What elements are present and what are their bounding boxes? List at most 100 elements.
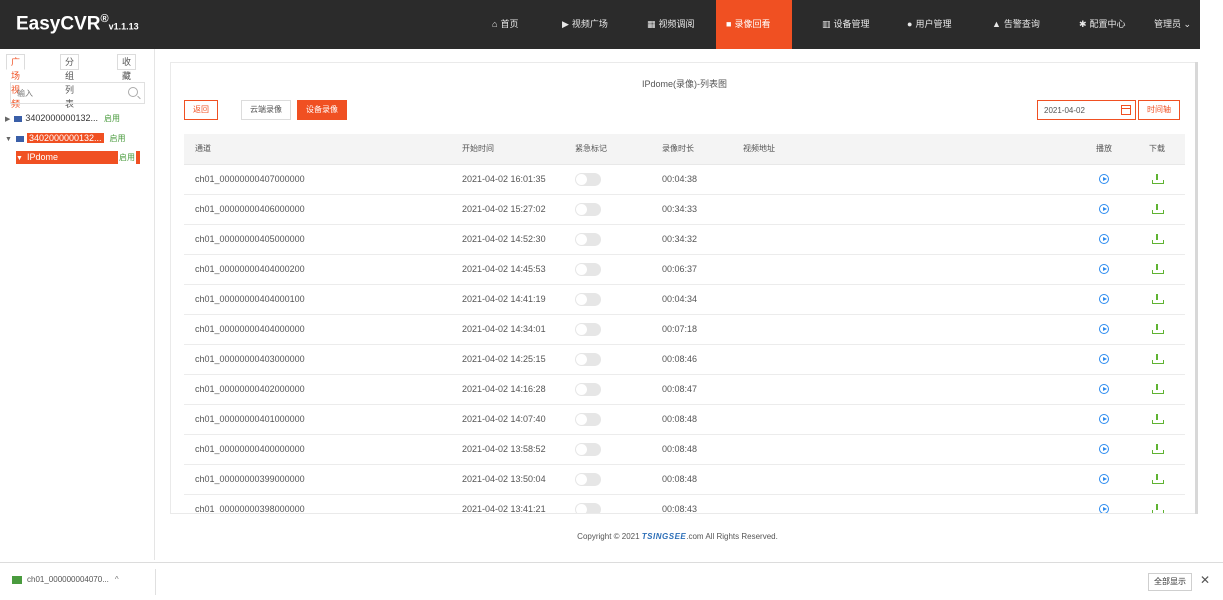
play-icon[interactable]	[1099, 324, 1109, 335]
page-title: IPdome(录像)-列表图	[641, 79, 727, 89]
tree-node-device-1[interactable]: ▶ 3402000000132... 启用	[5, 112, 120, 125]
app-logo[interactable]: EasyCVR®v1.1.13	[16, 13, 139, 35]
calendar-icon[interactable]	[1121, 105, 1131, 115]
device-folder-icon	[15, 135, 24, 142]
urgent-toggle[interactable]	[575, 322, 601, 336]
nav-playback[interactable]: ■ 录像回看	[716, 0, 792, 49]
chevron-up-icon[interactable]: ^	[115, 575, 119, 584]
expand-arrow-icon[interactable]: ▶	[5, 116, 10, 123]
date-picker[interactable]	[1037, 100, 1136, 120]
download-icon[interactable]	[1152, 414, 1164, 425]
back-button[interactable]: 返回	[184, 100, 218, 120]
show-all-button[interactable]: 全部显示	[1148, 573, 1192, 591]
alarm-icon: ▲	[992, 19, 1001, 29]
cell-duration: 00:08:48	[662, 404, 743, 435]
nav-device-management[interactable]: ▥ 设备管理	[812, 0, 880, 49]
download-icon[interactable]	[1152, 264, 1164, 275]
table-row: ch01_00000000404000000 2021-04-02 14:34:…	[184, 314, 1185, 345]
download-icon[interactable]	[1152, 324, 1164, 335]
column-header-duration: 录像时长	[662, 134, 743, 165]
cell-start-time: 2021-04-02 13:50:04	[462, 464, 575, 495]
page-scrollbar[interactable]	[1195, 62, 1198, 514]
download-icon[interactable]	[1152, 504, 1164, 513]
cell-duration: 00:04:34	[662, 284, 743, 315]
play-icon[interactable]	[1099, 294, 1109, 305]
play-icon[interactable]	[1099, 264, 1109, 275]
download-icon[interactable]	[1152, 174, 1164, 185]
download-item[interactable]: ch01_000000004070... ^	[12, 575, 119, 584]
status-badge: 启用	[118, 151, 136, 164]
sidebar-search-input[interactable]	[11, 83, 121, 103]
grid-icon: ▦	[647, 19, 656, 29]
tree-node-device-2[interactable]: ▼ 3402000000132... 启用	[5, 132, 126, 145]
brand-logo-text[interactable]: TSINGSEE	[642, 532, 686, 541]
divider	[155, 569, 156, 595]
date-input[interactable]	[1038, 101, 1116, 119]
download-icon[interactable]	[1152, 474, 1164, 485]
cell-start-time: 2021-04-02 14:52:30	[462, 224, 575, 255]
gear-icon: ✱	[1079, 19, 1087, 29]
play-icon[interactable]	[1099, 234, 1109, 245]
device-recording-button[interactable]: 设备录像	[297, 100, 347, 120]
close-icon[interactable]: ✕	[1200, 573, 1210, 587]
urgent-toggle[interactable]	[575, 292, 601, 306]
play-icon[interactable]	[1099, 504, 1109, 513]
play-icon[interactable]	[1099, 474, 1109, 485]
table-row: ch01_00000000404000100 2021-04-02 14:41:…	[184, 284, 1185, 315]
download-icon[interactable]	[1152, 444, 1164, 455]
cell-duration: 00:08:48	[662, 434, 743, 465]
cell-start-time: 2021-04-02 14:07:40	[462, 404, 575, 435]
play-icon[interactable]	[1099, 444, 1109, 455]
play-icon[interactable]	[1099, 414, 1109, 425]
download-icon[interactable]	[1152, 234, 1164, 245]
download-icon[interactable]	[1152, 294, 1164, 305]
video-camera-icon: ■	[726, 19, 732, 29]
top-nav-bar: EasyCVR®v1.1.13 ⌂ 首页 ▶ 视频广场 ▦ 视频调阅 ■ 录像回看 ▥ 设…	[0, 0, 1200, 49]
cell-video-url	[743, 224, 1079, 255]
urgent-toggle[interactable]	[575, 502, 601, 513]
download-icon[interactable]	[1152, 384, 1164, 395]
nav-video-review[interactable]: ▦ 视频调阅	[637, 0, 705, 49]
cell-channel: ch01_00000000402000000	[184, 374, 462, 405]
collapse-arrow-icon[interactable]: ▼	[5, 136, 12, 143]
urgent-toggle[interactable]	[575, 232, 601, 246]
nav-user-management[interactable]: ● 用户管理	[897, 0, 961, 49]
tab-square-video[interactable]: 广场视频	[6, 54, 26, 109]
play-icon[interactable]	[1099, 384, 1109, 395]
play-icon[interactable]	[1099, 204, 1109, 215]
urgent-toggle[interactable]	[575, 442, 601, 456]
urgent-toggle[interactable]	[575, 472, 601, 486]
play-icon[interactable]	[1099, 174, 1109, 185]
tab-favorites[interactable]: 收藏	[117, 54, 137, 81]
timeline-button[interactable]: 时间轴	[1138, 100, 1180, 120]
cell-start-time: 2021-04-02 14:25:15	[462, 344, 575, 375]
cell-start-time: 2021-04-02 14:45:53	[462, 254, 575, 285]
search-icon[interactable]	[128, 87, 138, 97]
urgent-toggle[interactable]	[575, 172, 601, 186]
cloud-recording-button[interactable]: 云端录像	[241, 100, 291, 120]
sidebar-search	[10, 82, 145, 104]
play-circle-icon: ▶	[562, 19, 569, 29]
nav-video-square[interactable]: ▶ 视频广场	[552, 0, 618, 49]
nav-admin-menu[interactable]: 管理员 ⌄	[1144, 0, 1201, 49]
camera-icon: ▼	[16, 155, 23, 162]
urgent-toggle[interactable]	[575, 262, 601, 276]
tree-node-channel-ipdome[interactable]: ▼ IPdome 启用	[16, 151, 140, 164]
urgent-toggle[interactable]	[575, 352, 601, 366]
play-icon[interactable]	[1099, 354, 1109, 365]
urgent-toggle[interactable]	[575, 382, 601, 396]
nav-home[interactable]: ⌂ 首页	[482, 0, 528, 49]
table-row: ch01_00000000406000000 2021-04-02 15:27:…	[184, 194, 1185, 225]
cell-channel: ch01_00000000403000000	[184, 344, 462, 375]
cell-video-url	[743, 374, 1079, 405]
nav-alarm-query[interactable]: ▲ 告警查询	[982, 0, 1050, 49]
tab-group-list[interactable]: 分组列表	[60, 54, 80, 109]
download-icon[interactable]	[1152, 354, 1164, 365]
download-icon[interactable]	[1152, 204, 1164, 215]
sidebar: 广场视频 分组列表 收藏 ▶3402000000132...启用 ▼340200…	[0, 49, 155, 560]
urgent-toggle[interactable]	[575, 202, 601, 216]
urgent-toggle[interactable]	[575, 412, 601, 426]
column-header-video-url: 视频地址	[743, 134, 1079, 165]
nav-config-center[interactable]: ✱ 配置中心	[1069, 0, 1136, 49]
column-header-start-time: 开始时间	[462, 134, 575, 165]
